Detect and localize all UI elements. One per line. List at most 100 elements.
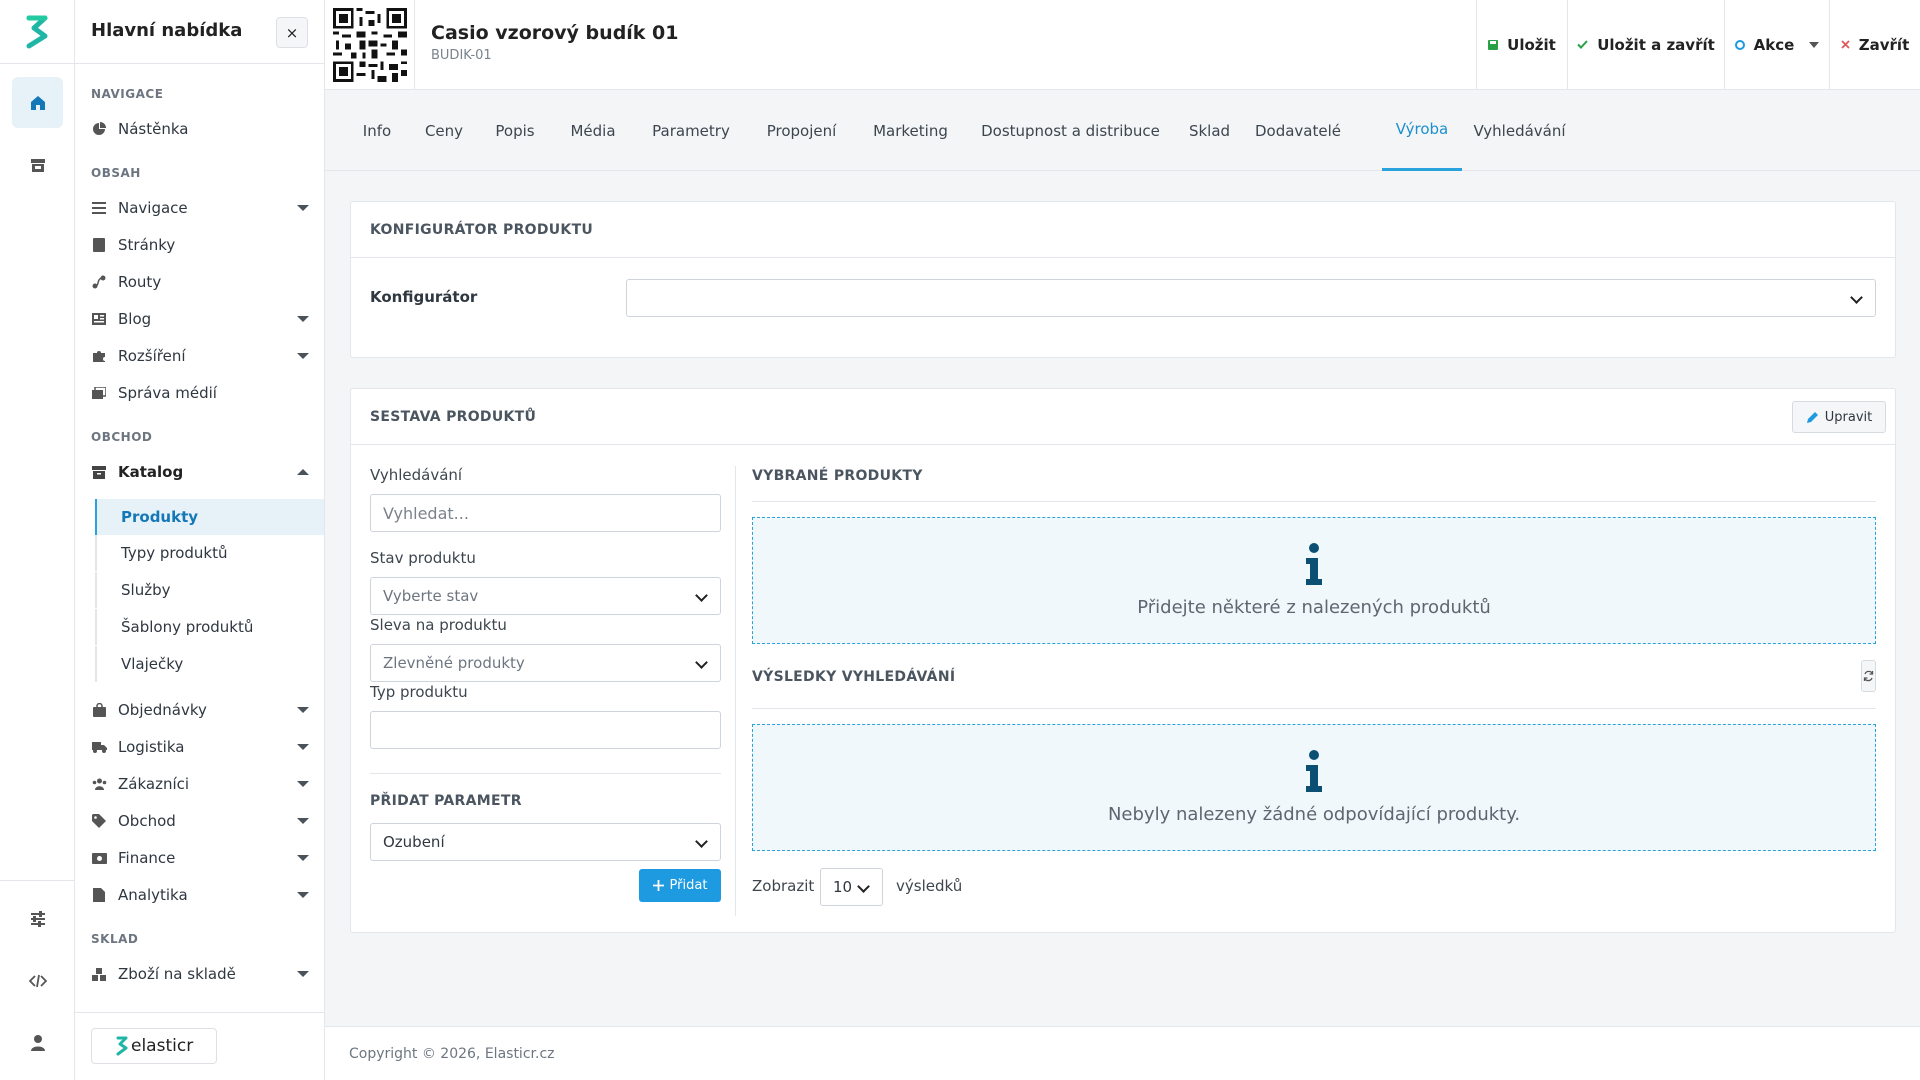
dashboard-icon [91, 121, 107, 137]
tab-sklad[interactable]: Sklad [1176, 90, 1243, 171]
chevron-down-icon [1850, 291, 1863, 304]
brand-badge[interactable]: elasticr [91, 1028, 217, 1064]
results-divider [752, 708, 1876, 709]
section-obsah: OBSAH [91, 166, 141, 180]
copyright-text: Copyright © 2026, Elasticr.cz [349, 1046, 555, 1062]
add-param-button[interactable]: Přidat [639, 869, 721, 902]
type-input[interactable] [370, 711, 721, 749]
chevron-down-icon [695, 589, 708, 602]
add-label: Přidat [669, 878, 708, 893]
save-label: Uložit [1507, 35, 1556, 54]
page-icon [91, 237, 107, 253]
close-button[interactable]: Zavřít [1829, 0, 1920, 89]
sidebar-item-objednavky[interactable]: Objednávky [91, 695, 309, 725]
menu-header: Hlavní nabídka × [75, 0, 324, 64]
sidebar-item-label: Objednávky [118, 701, 207, 719]
store-icon[interactable] [12, 139, 63, 190]
plus-icon [652, 880, 664, 891]
product-title: Casio vzorový budík 01 [431, 22, 679, 44]
user-icon[interactable] [12, 1017, 63, 1068]
sidebar-item-label: Blog [118, 310, 152, 328]
sidebar-item-finance[interactable]: Finance [91, 843, 309, 873]
tab-ceny[interactable]: Ceny [409, 90, 479, 171]
gear-icon [1734, 39, 1745, 50]
sidebar-item-label: Navigace [118, 199, 188, 217]
results-suffix: výsledků [896, 877, 963, 895]
sidebar-subitem-typy-produktu[interactable]: Typy produktů [95, 535, 324, 571]
info-icon [1306, 543, 1322, 585]
sidebar-subitem-sablony-produktu[interactable]: Šablony produktů [95, 609, 324, 645]
sidebar-item-label: Routy [118, 273, 162, 291]
chevron-down-icon [695, 835, 708, 848]
tab-propojeni[interactable]: Propojení [747, 90, 856, 171]
selected-divider [752, 501, 1876, 502]
sidebar-item-katalog[interactable]: Katalog [91, 457, 309, 487]
selected-products-heading: VYBRANÉ PRODUKTY [752, 468, 923, 484]
sidebar-item-stranky[interactable]: Stránky [91, 230, 309, 260]
page-size-select[interactable]: 10 [820, 868, 883, 906]
tab-vyhledavani[interactable]: Vyhledávání [1462, 90, 1577, 171]
configurator-heading: KONFIGURÁTOR PRODUKTU [351, 202, 1895, 258]
close-menu-button[interactable]: × [276, 17, 308, 48]
save-button[interactable]: Uložit [1476, 0, 1567, 89]
images-icon [91, 385, 107, 401]
tab-marketing[interactable]: Marketing [856, 90, 965, 171]
sidebar-subitem-produkty[interactable]: Produkty [95, 499, 324, 535]
assembly-card: SESTAVA PRODUKTŮ Upravit Vyhledávání Vyh… [350, 388, 1896, 933]
save-and-close-label: Uložit a zavřít [1597, 35, 1715, 54]
search-label: Vyhledávání [370, 466, 463, 484]
sidebar-item-obchod[interactable]: Obchod [91, 806, 309, 836]
tab-media[interactable]: Média [551, 90, 635, 171]
status-select[interactable]: Vyberte stav [370, 577, 721, 615]
discount-select[interactable]: Zlevněné produkty [370, 644, 721, 682]
tab-dostupnost[interactable]: Dostupnost a distribuce [965, 90, 1176, 171]
sliders-icon[interactable] [12, 893, 63, 944]
icon-rail [0, 0, 75, 1080]
tab-parametry[interactable]: Parametry [635, 90, 747, 171]
sidebar-item-label: Obchod [118, 812, 176, 830]
sidebar-item-sprava-medii[interactable]: Správa médií [91, 378, 309, 408]
param-select[interactable]: Ozubení [370, 823, 721, 861]
configurator-select[interactable] [626, 279, 1876, 317]
tab-vyroba[interactable]: Výroba [1382, 90, 1462, 171]
sidebar-item-nastenka[interactable]: Nástěnka [91, 114, 309, 144]
actions-dropdown-button[interactable]: Akce [1724, 0, 1829, 89]
sidebar-item-logistika[interactable]: Logistika [91, 732, 309, 762]
tab-dodavatele[interactable]: Dodavatelé [1243, 90, 1353, 171]
qr-code-icon[interactable] [333, 8, 407, 82]
edit-label: Upravit [1824, 409, 1873, 425]
home-icon[interactable] [12, 77, 63, 128]
sidebar-item-analytika[interactable]: Analytika [91, 880, 309, 910]
chevron-down-icon [297, 707, 309, 713]
archive-icon [91, 464, 107, 480]
chevron-down-icon [695, 656, 708, 669]
sidebar-item-label: Analytika [118, 886, 188, 904]
search-results-heading: VÝSLEDKY VYHLEDÁVÁNÍ [752, 669, 956, 685]
sidebar-item-routy[interactable]: Routy [91, 267, 309, 297]
sidebar-subitem-vlajecky[interactable]: Vlaječky [95, 646, 324, 682]
search-input[interactable]: Vyhledat... [370, 494, 721, 532]
discount-label: Sleva na produktu [370, 616, 507, 634]
status-label: Stav produktu [370, 549, 476, 567]
discount-value: Zlevněné produkty [383, 654, 525, 672]
sidebar-item-zakaznici[interactable]: Zákazníci [91, 769, 309, 799]
sidebar-item-rozsireni[interactable]: Rozšíření [91, 341, 309, 371]
tag-icon [91, 813, 107, 829]
sidebar-item-blog[interactable]: Blog [91, 304, 309, 334]
money-icon [91, 850, 107, 866]
elasticr-logo-icon[interactable] [26, 14, 48, 54]
tab-info[interactable]: Info [345, 90, 409, 171]
tab-popis[interactable]: Popis [479, 90, 551, 171]
boxes-icon [91, 966, 107, 982]
sidebar-item-label: Zákazníci [118, 775, 190, 793]
product-tabs: Info Ceny Popis Média Parametry Propojen… [325, 90, 1920, 171]
sidebar-item-zbozi-na-sklade[interactable]: Zboží na skladě [91, 959, 309, 989]
refresh-button[interactable] [1861, 660, 1876, 692]
edit-button[interactable]: Upravit [1792, 401, 1886, 433]
pencil-icon [1806, 411, 1818, 423]
sidebar-subitem-sluzby[interactable]: Služby [95, 572, 324, 608]
save-and-close-button[interactable]: Uložit a zavřít [1567, 0, 1724, 89]
sidebar-item-navigace[interactable]: Navigace [91, 193, 309, 223]
code-icon[interactable] [12, 955, 63, 1006]
product-code: BUDIK-01 [431, 48, 492, 63]
